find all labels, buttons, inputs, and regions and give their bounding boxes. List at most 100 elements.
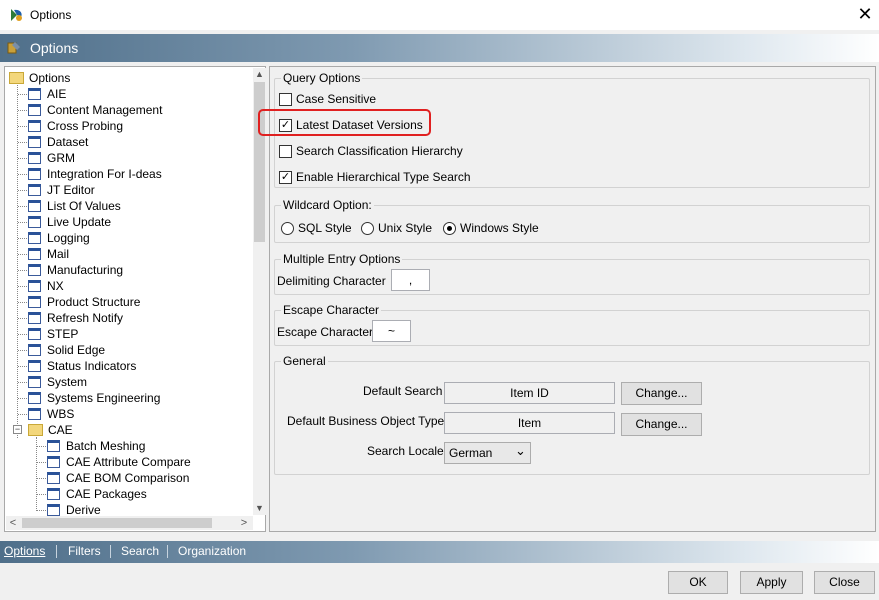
tree-horizontal-scrollbar[interactable]: < > bbox=[6, 516, 253, 530]
preference-page-icon bbox=[28, 344, 41, 356]
apply-button[interactable]: Apply bbox=[740, 571, 803, 594]
tree-item-label: Product Structure bbox=[47, 295, 141, 309]
scroll-down-icon[interactable]: ▼ bbox=[253, 502, 266, 515]
enable-hierarchical-checkbox[interactable]: ✓ bbox=[279, 171, 292, 184]
tree-item-label: JT Editor bbox=[47, 183, 95, 197]
collapse-icon[interactable]: − bbox=[13, 425, 22, 434]
search-locale-select[interactable]: German ⌄ bbox=[444, 442, 531, 464]
tree-item-label: List Of Values bbox=[47, 199, 121, 213]
tree-item-label: Live Update bbox=[47, 215, 112, 229]
preference-page-icon bbox=[47, 456, 60, 468]
preference-page-icon bbox=[47, 488, 60, 500]
default-search-field: Item ID bbox=[444, 382, 615, 404]
tree-item-label: Options bbox=[29, 71, 71, 85]
default-business-object-type-label: Default Business Object Type bbox=[287, 414, 445, 428]
unix-style-label[interactable]: Unix Style bbox=[378, 221, 432, 235]
preference-page-icon bbox=[47, 504, 60, 516]
scroll-thumb[interactable] bbox=[254, 82, 265, 242]
sql-style-label[interactable]: SQL Style bbox=[298, 221, 352, 235]
tree-item-label: System bbox=[47, 375, 88, 389]
tab-search[interactable]: Search bbox=[121, 544, 159, 558]
sql-style-radio[interactable] bbox=[281, 222, 294, 235]
options-header-icon bbox=[7, 42, 20, 54]
folder-icon bbox=[28, 424, 43, 436]
preference-page-icon bbox=[47, 440, 60, 452]
highlight-annotation bbox=[258, 109, 431, 136]
delimiting-character-input[interactable]: , bbox=[391, 269, 430, 291]
case-sensitive-label[interactable]: Case Sensitive bbox=[296, 92, 376, 106]
tree-item-label: Solid Edge bbox=[47, 343, 106, 357]
tree-item-label: CAE Packages bbox=[66, 487, 147, 501]
group-legend: Escape Character bbox=[281, 303, 382, 317]
unix-style-radio[interactable] bbox=[361, 222, 374, 235]
preference-page-icon bbox=[28, 392, 41, 404]
preference-page-icon bbox=[28, 104, 41, 116]
tree-item-label: Systems Engineering bbox=[47, 391, 161, 405]
close-button[interactable]: Close bbox=[814, 571, 875, 594]
tree-item-label: GRM bbox=[47, 151, 75, 165]
windows-style-label[interactable]: Windows Style bbox=[460, 221, 539, 235]
preference-page-icon bbox=[28, 168, 41, 180]
title-bar bbox=[0, 0, 879, 30]
windows-style-radio[interactable] bbox=[443, 222, 456, 235]
delimiting-character-label: Delimiting Character bbox=[277, 274, 386, 288]
close-icon[interactable]: ✕ bbox=[854, 3, 876, 25]
options-tree[interactable]: Options AIE Content Management Cross Probi… bbox=[4, 66, 266, 532]
escape-character-label: Escape Character bbox=[277, 325, 374, 339]
wildcard-group: Wildcard Option: SQL Style Unix Style Wi… bbox=[274, 198, 870, 243]
group-legend: Multiple Entry Options bbox=[281, 252, 403, 266]
preference-page-icon bbox=[28, 328, 41, 340]
general-group: General Default Search Item ID Change...… bbox=[274, 354, 870, 475]
tab-options[interactable]: Options bbox=[4, 544, 45, 558]
tree-item-label: Status Indicators bbox=[47, 359, 137, 373]
preference-page-icon bbox=[28, 312, 41, 324]
preference-page-icon bbox=[28, 136, 41, 148]
search-classification-label[interactable]: Search Classification Hierarchy bbox=[296, 144, 463, 158]
tree-item-label: Cross Probing bbox=[47, 119, 124, 133]
group-legend: Wildcard Option: bbox=[281, 198, 374, 212]
tree-item-label: NX bbox=[47, 279, 64, 293]
preference-page-icon bbox=[28, 216, 41, 228]
default-search-label: Default Search bbox=[363, 384, 443, 398]
scroll-right-icon[interactable]: > bbox=[237, 516, 251, 530]
tab-filters[interactable]: Filters bbox=[68, 544, 101, 558]
tree-item-label: Content Management bbox=[47, 103, 163, 117]
enable-hierarchical-label[interactable]: Enable Hierarchical Type Search bbox=[296, 170, 471, 184]
header-title: Options bbox=[30, 40, 79, 56]
preference-page-icon bbox=[47, 472, 60, 484]
app-icon bbox=[11, 9, 22, 21]
folder-icon bbox=[9, 72, 24, 84]
preference-page-icon bbox=[28, 248, 41, 260]
escape-character-group: Escape Character Escape Character ~ bbox=[274, 303, 870, 346]
group-legend: General bbox=[281, 354, 328, 368]
multiple-entry-group: Multiple Entry Options Delimiting Charac… bbox=[274, 252, 870, 295]
preference-page-icon bbox=[28, 264, 41, 276]
preference-page-icon bbox=[28, 296, 41, 308]
tree-item-label: CAE bbox=[48, 423, 73, 437]
scroll-thumb[interactable] bbox=[22, 518, 212, 528]
escape-character-input[interactable]: ~ bbox=[372, 320, 411, 342]
tree-item-label: Mail bbox=[47, 247, 70, 261]
preference-page-icon bbox=[28, 200, 41, 212]
default-business-object-type-field: Item bbox=[444, 412, 615, 434]
tree-item-label: STEP bbox=[47, 327, 79, 341]
default-search-change-button[interactable]: Change... bbox=[621, 382, 702, 405]
scroll-left-icon[interactable]: < bbox=[6, 516, 20, 530]
tree-item-label: Manufacturing bbox=[47, 263, 124, 277]
preference-page-icon bbox=[28, 280, 41, 292]
scroll-up-icon[interactable]: ▲ bbox=[253, 68, 266, 81]
ok-button[interactable]: OK bbox=[668, 571, 728, 594]
tree-item-label: Dataset bbox=[47, 135, 89, 149]
case-sensitive-checkbox[interactable] bbox=[279, 93, 292, 106]
search-locale-label: Search Locale bbox=[367, 444, 444, 458]
chevron-down-icon: ⌄ bbox=[515, 443, 526, 458]
tree-item-label: CAE BOM Comparison bbox=[66, 471, 190, 485]
default-business-object-type-change-button[interactable]: Change... bbox=[621, 413, 702, 436]
window-title: Options bbox=[30, 8, 72, 22]
tree-item-label: Refresh Notify bbox=[47, 311, 124, 325]
search-classification-checkbox[interactable] bbox=[279, 145, 292, 158]
tree-item-label: CAE Attribute Compare bbox=[66, 455, 191, 469]
preference-page-icon bbox=[28, 376, 41, 388]
search-locale-value: German bbox=[449, 446, 493, 460]
tab-organization[interactable]: Organization bbox=[178, 544, 246, 558]
